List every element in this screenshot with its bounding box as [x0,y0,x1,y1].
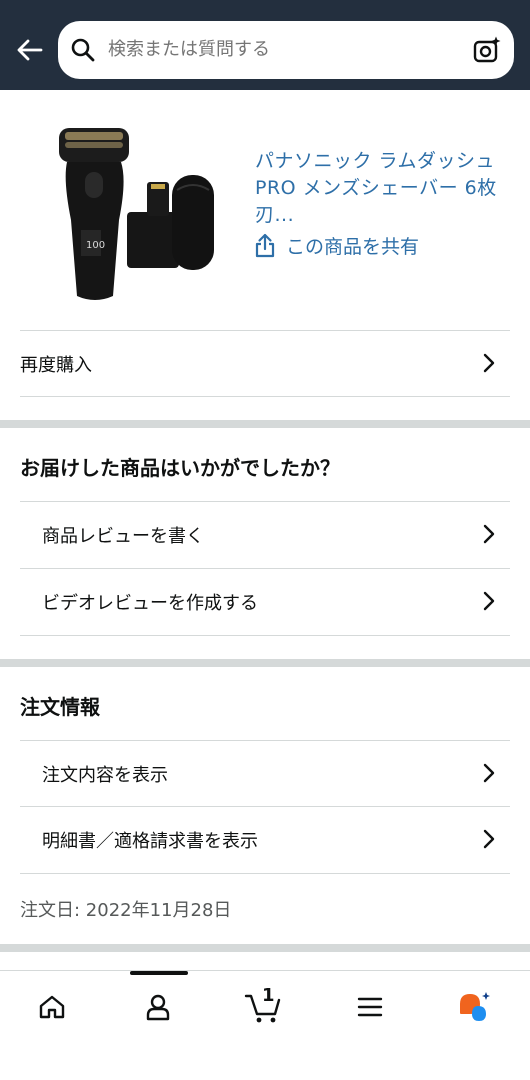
home-icon [39,995,65,1019]
share-product-link[interactable]: この商品を共有 [254,230,419,260]
user-icon [146,994,170,1021]
share-icon [255,233,275,258]
nav-home[interactable] [22,985,82,1029]
nav-assistant[interactable] [444,985,504,1029]
chevron-right-icon [483,524,495,544]
section-divider [0,659,530,667]
view-invoice-label: 明細書／適格請求書を表示 [42,830,258,852]
ai-assistant-icon [460,992,490,1021]
write-review-label: 商品レビューを書く [42,525,204,547]
active-tab-indicator [130,971,188,975]
order-section-title: 注文情報 [20,695,100,719]
svg-text:100: 100 [86,240,105,251]
product-title-link[interactable]: パナソニック ラムダッシュPRO メンズシェーバー 6枚刃... [255,148,505,229]
search-input[interactable] [108,21,448,79]
video-review-row[interactable]: ビデオレビューを作成する [20,568,510,634]
section-divider [0,944,530,952]
order-date: 注文日: 2022年11月28日 [20,900,232,921]
section-divider [0,420,530,428]
divider-line [20,635,510,636]
buy-again-row[interactable]: 再度購入 [20,330,510,396]
product-image[interactable]: 100 [55,120,220,305]
write-review-row[interactable]: 商品レビューを書く [20,501,510,567]
divider-line [20,873,510,874]
divider-line [20,396,510,397]
video-review-label: ビデオレビューを作成する [42,592,258,614]
chevron-right-icon [483,353,495,373]
menu-icon [357,997,383,1017]
top-header [0,0,530,90]
bottom-navigation: 1 [0,970,530,1080]
camera-search-icon[interactable] [472,35,502,65]
view-order-details-label: 注文内容を表示 [42,764,168,786]
nav-menu[interactable] [340,985,400,1029]
chevron-right-icon [483,763,495,783]
back-arrow-icon [17,39,43,61]
share-label: この商品を共有 [286,235,420,258]
review-section-title: お届けした商品はいかがでしたか？ [20,456,340,480]
cart-count-badge: 1 [262,985,275,1006]
back-button[interactable] [10,30,48,70]
search-icon [71,38,95,62]
nav-cart[interactable]: 1 [234,985,294,1029]
search-bar[interactable] [58,21,514,79]
chevron-right-icon [483,829,495,849]
view-order-details-row[interactable]: 注文内容を表示 [20,740,510,806]
view-invoice-row[interactable]: 明細書／適格請求書を表示 [20,806,510,872]
nav-account[interactable] [128,985,188,1029]
buy-again-label: 再度購入 [20,354,92,376]
chevron-right-icon [483,591,495,611]
